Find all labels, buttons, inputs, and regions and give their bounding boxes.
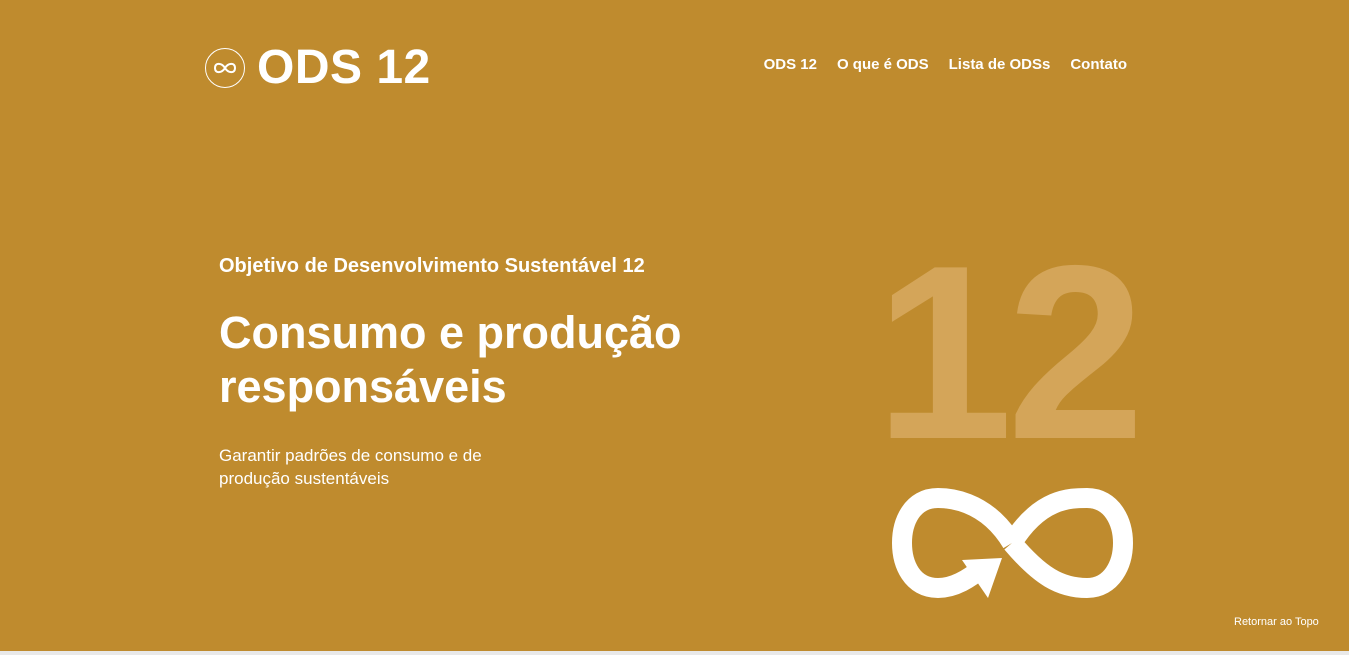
infinity-arrow-icon [890,480,1135,611]
hero-description-line1: Garantir padrões de consumo e de [219,446,482,465]
page: ODS 12 ODS 12 O que é ODS Lista de ODSs … [0,0,1349,655]
logo-link[interactable]: ODS 12 [205,42,431,94]
infinity-icon [205,48,245,88]
nav-item-lista-de-odss[interactable]: Lista de ODSs [949,56,1051,73]
hero-title-line1: Consumo e produção [219,307,682,358]
main-nav: ODS 12 O que é ODS Lista de ODSs Contato [764,56,1127,73]
hero-section: Objetivo de Desenvolvimento Sustentável … [219,252,779,490]
nav-item-o-que-e-ods[interactable]: O que é ODS [837,56,929,73]
hero-description: Garantir padrões de consumo e de produçã… [219,444,519,490]
goal-number: 12 [875,213,1145,491]
hero-eyebrow: Objetivo de Desenvolvimento Sustentável … [219,255,645,277]
back-to-top-link[interactable]: Retornar ao Topo [1234,616,1319,628]
bottom-strip [0,651,1349,655]
logo-text: ODS 12 [257,41,431,94]
nav-item-contato[interactable]: Contato [1070,56,1127,73]
nav-item-ods12[interactable]: ODS 12 [764,56,817,73]
site-header: ODS 12 ODS 12 O que é ODS Lista de ODSs … [205,40,1127,96]
hero-description-line2: produção sustentáveis [219,469,390,488]
hero-title-line2: responsáveis [219,361,507,412]
hero-title: Consumo e produção responsáveis [219,306,779,414]
